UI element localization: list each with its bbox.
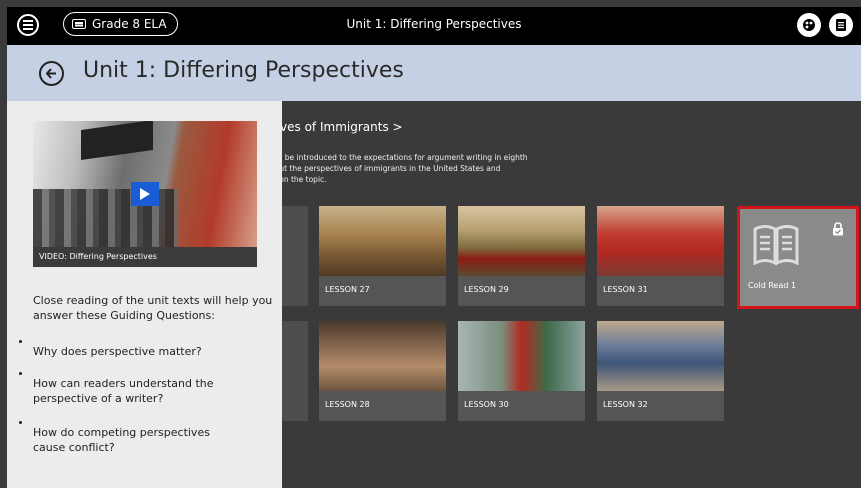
book-icon: [753, 225, 799, 266]
lesson-label: LESSON 31: [603, 285, 648, 294]
lesson-label: LESSON 32: [603, 400, 648, 409]
guiding-question: Why does perspective matter?: [19, 340, 273, 359]
unit-header: Unit 1: Differing Perspectives: [7, 45, 861, 101]
page-title: Unit 1: Differing Perspectives: [83, 58, 404, 83]
lesson-tile[interactable]: LESSON 29: [458, 206, 585, 306]
lock-icon: [833, 222, 843, 236]
lesson-tile[interactable]: LESSON 27: [319, 206, 446, 306]
description-line: ts on the topic.: [282, 175, 327, 184]
play-icon[interactable]: [131, 182, 159, 206]
lesson-label: LESSON 27: [325, 285, 370, 294]
lesson-image: [458, 321, 585, 391]
lesson-tile[interactable]: LESSON 31: [597, 206, 724, 306]
notebook-icon[interactable]: [829, 13, 853, 37]
video-thumbnail[interactable]: VIDEO: Differing Perspectives: [33, 121, 257, 267]
lesson-area: tives of Immigrants > will be introduced…: [282, 101, 861, 488]
lesson-tile[interactable]: LESSON 32: [597, 321, 724, 421]
description-line: will be introduced to the expectations f…: [282, 153, 528, 162]
lesson-label: LESSON 28: [325, 400, 370, 409]
cold-read-label: Cold Read 1: [748, 281, 797, 290]
guiding-intro: Close reading of the unit texts will hel…: [33, 294, 273, 322]
guiding-question: How can readers understand the perspecti…: [19, 372, 223, 406]
lesson-tile[interactable]: LESSON 30: [458, 321, 585, 421]
top-bar-title: Unit 1: Differing Perspectives: [346, 17, 522, 31]
lesson-image: [319, 206, 446, 276]
lesson-image: [458, 206, 585, 276]
section-description: will be introduced to the expectations f…: [282, 152, 590, 185]
section-link[interactable]: tives of Immigrants >: [282, 120, 403, 134]
lesson-label: LESSON 30: [464, 400, 509, 409]
lesson-tile-partial[interactable]: [282, 321, 308, 421]
top-bar: Grade 8 ELA Unit 1: Differing Perspectiv…: [7, 7, 861, 45]
lesson-image: [319, 321, 446, 391]
cold-read-tile[interactable]: Cold Read 1: [737, 206, 859, 309]
description-line: bout the perspectives of immigrants in t…: [282, 164, 501, 173]
lesson-image: [597, 321, 724, 391]
lesson-tile-partial[interactable]: [282, 206, 308, 306]
video-caption: VIDEO: Differing Perspectives: [33, 247, 257, 267]
lesson-label: LESSON 29: [464, 285, 509, 294]
unit-sidebar: VIDEO: Differing Perspectives Close read…: [7, 101, 282, 488]
lesson-image: [597, 206, 724, 276]
back-arrow-icon[interactable]: [39, 61, 64, 86]
guiding-question: How do competing perspectives cause conf…: [19, 421, 243, 455]
palette-icon[interactable]: [797, 13, 821, 37]
lesson-tile[interactable]: LESSON 28: [319, 321, 446, 421]
